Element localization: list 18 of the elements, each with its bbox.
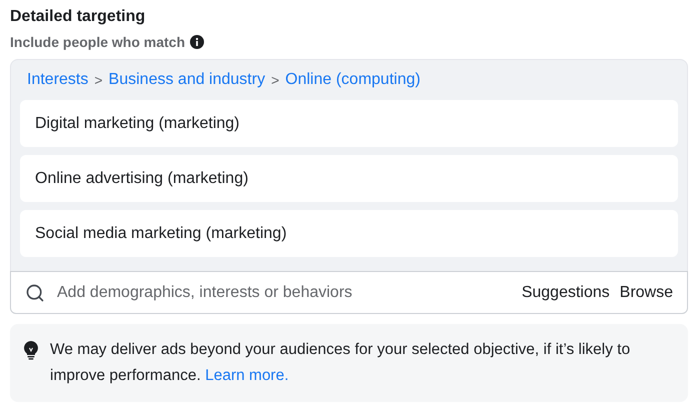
search-icon <box>25 282 45 302</box>
lightbulb-icon <box>24 341 38 360</box>
search-action-link[interactable]: Browse <box>620 280 673 304</box>
notice-text: We may deliver ads beyond your audiences for your selected objective, if it’s likely to improve performance. Learn more. <box>50 340 632 386</box>
learn-more-link[interactable]: Learn more. <box>205 367 289 384</box>
breadcrumb-link[interactable]: Business and industry <box>108 70 266 90</box>
breadcrumb-link[interactable]: Interests <box>27 70 88 90</box>
search-field[interactable]: Add demographics, interests or behaviors Suggestions Browse <box>10 271 688 314</box>
selected-interest[interactable]: Social media marketing (marketing) <box>20 210 678 257</box>
selected-interest[interactable]: Online advertising (marketing) <box>20 155 678 202</box>
selected-interest[interactable]: Digital marketing (marketing) <box>20 100 678 147</box>
breadcrumb-link[interactable]: Online (computing) <box>285 70 420 90</box>
info-icon[interactable] <box>190 35 204 49</box>
search-action-link[interactable]: Suggestions <box>522 280 610 304</box>
breadcrumb-separator: > <box>271 71 280 90</box>
section-title: Detailed targeting <box>10 7 146 27</box>
breadcrumb-separator: > <box>94 71 103 90</box>
section-subtitle: Include people who match <box>10 33 186 52</box>
